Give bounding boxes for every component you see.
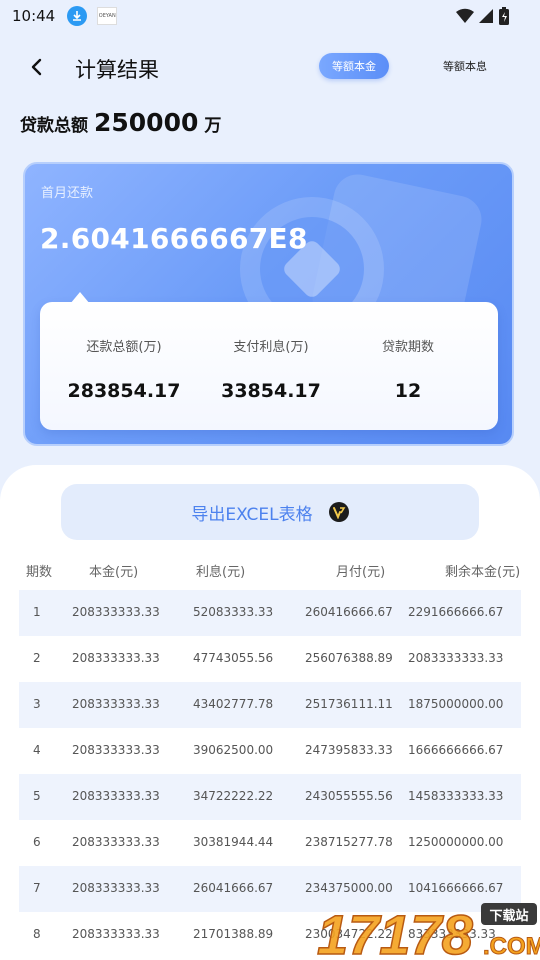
back-button[interactable] (24, 54, 50, 80)
table-cell: 208333333.33 (72, 927, 160, 941)
first-month-label: 首月还款 (41, 186, 94, 201)
wifi-icon (456, 8, 474, 23)
table-cell: 1666666666.67 (408, 743, 504, 757)
table-cell: 243055555.56 (305, 789, 393, 803)
table-cell: 7 (33, 881, 41, 895)
loan-total-value: 250000 (94, 108, 199, 137)
summary-interest: 支付利息(万) 33854.17 (196, 302, 346, 430)
table-row: 5 208333333.33 34722222.22 243055555.56 1458… (19, 774, 521, 820)
tab-equal-principal[interactable]: 等额本金 (319, 53, 389, 79)
table-cell: 208333333.33 (72, 789, 160, 803)
table-row: 6 208333333.33 30381944.44 238715277.78 1250… (19, 820, 521, 866)
table-cell: 208333333.33 (72, 743, 160, 757)
summary-label: 还款总额(万) (86, 340, 162, 355)
summary-periods: 贷款期数 12 (333, 302, 483, 430)
summary-value: 33854.17 (221, 380, 321, 402)
table-cell: 208333333.33 (72, 651, 160, 665)
table-row: 2 208333333.33 47743055.56 256076388.89 2083… (19, 636, 521, 682)
table-cell: 2 (33, 651, 41, 665)
page-title: 计算结果 (75, 58, 159, 82)
app-notification-icon: OEYAN (97, 7, 118, 25)
table-cell: 1875000000.00 (408, 697, 504, 711)
table-cell: 234375000.00 (305, 881, 393, 895)
table-cell: 30381944.44 (193, 835, 274, 849)
table-cell: 26041666.67 (193, 881, 274, 895)
table-row: 1 208333333.33 52083333.33 260416666.67 2291… (19, 590, 521, 636)
summary-value: 12 (394, 380, 422, 402)
summary-total-repayment: 还款总额(万) 283854.17 (49, 302, 199, 430)
watermark-digits: 17178 (317, 903, 474, 960)
loan-total-unit: 万 (204, 116, 222, 136)
table-cell: 247395833.33 (305, 743, 393, 757)
table-cell: 208333333.33 (72, 605, 160, 619)
table-cell: 43402777.78 (193, 697, 274, 711)
result-card: 首月还款 2.6041666667E8 还款总额(万) 283854.17 支付… (23, 162, 514, 446)
table-cell: 8 (33, 927, 41, 941)
summary-box: 还款总额(万) 283854.17 支付利息(万) 33854.17 贷款期数 … (40, 292, 498, 430)
table-row: 4 208333333.33 39062500.00 247395833.33 1666… (19, 728, 521, 774)
status-indicators (456, 6, 510, 26)
battery-icon (499, 7, 509, 25)
table-cell: 21701388.89 (193, 927, 274, 941)
table-cell: 208333333.33 (72, 881, 160, 895)
status-time: 10:44 (12, 7, 56, 25)
table-cell: 6 (33, 835, 41, 849)
first-month-value: 2.6041666667E8 (40, 222, 308, 255)
column-header: 剩余本金(元) (445, 565, 521, 580)
table-cell: 4 (33, 743, 41, 757)
header: 计算结果 等额本金 等额本息 (0, 40, 540, 96)
site-watermark: 17178 下载站 .COM (316, 902, 540, 960)
table-cell: 208333333.33 (72, 835, 160, 849)
table-cell: 52083333.33 (193, 605, 274, 619)
table-cell: 5 (33, 789, 41, 803)
table-header: 期数 本金(元) 利息(元) 月付(元) 剩余本金(元) (0, 557, 540, 581)
table-row: 3 208333333.33 43402777.78 251736111.11 1875… (19, 682, 521, 728)
schedule-panel: 导出EXCEL表格 期数 本金(元) 利息(元) 月付(元) 剩余本金(元) 1… (0, 465, 540, 960)
loan-total: 贷款总额 250000 万 (20, 108, 221, 137)
table-cell: 1 (33, 605, 41, 619)
loan-total-label: 贷款总额 (20, 116, 88, 136)
column-header: 利息(元) (196, 565, 246, 580)
vip-icon (328, 502, 349, 522)
table-cell: 3 (33, 697, 41, 711)
download-icon (67, 6, 88, 26)
watermark-suffix: .COM (483, 933, 540, 960)
signal-icon (479, 9, 493, 23)
table-cell: 47743055.56 (193, 651, 274, 665)
table-cell: 256076388.89 (305, 651, 393, 665)
table-cell: 1458333333.33 (408, 789, 504, 803)
watermark-tag: 下载站 (489, 908, 528, 924)
table-cell: 251736111.11 (305, 697, 393, 711)
column-header: 月付(元) (336, 565, 386, 580)
status-bar: 10:44 OEYAN (0, 0, 540, 32)
chevron-left-icon (31, 58, 42, 76)
table-cell: 238715277.78 (305, 835, 393, 849)
table-cell: 2291666666.67 (408, 605, 504, 619)
table-cell: 260416666.67 (305, 605, 393, 619)
table-cell: 34722222.22 (193, 789, 274, 803)
tab-equal-installment[interactable]: 等额本息 (430, 53, 500, 79)
table-cell: 208333333.33 (72, 697, 160, 711)
table-cell: 39062500.00 (193, 743, 274, 757)
summary-value: 283854.17 (67, 380, 181, 402)
column-header: 期数 (26, 565, 53, 580)
summary-label: 贷款期数 (381, 340, 434, 355)
column-header: 本金(元) (89, 565, 139, 580)
table-cell: 1250000000.00 (408, 835, 504, 849)
table-cell: 1041666666.67 (408, 881, 504, 895)
export-excel-label: 导出EXCEL表格 (191, 504, 313, 525)
summary-label: 支付利息(万) (233, 340, 309, 355)
table-cell: 2083333333.33 (408, 651, 504, 665)
export-excel-button[interactable]: 导出EXCEL表格 (61, 484, 479, 540)
